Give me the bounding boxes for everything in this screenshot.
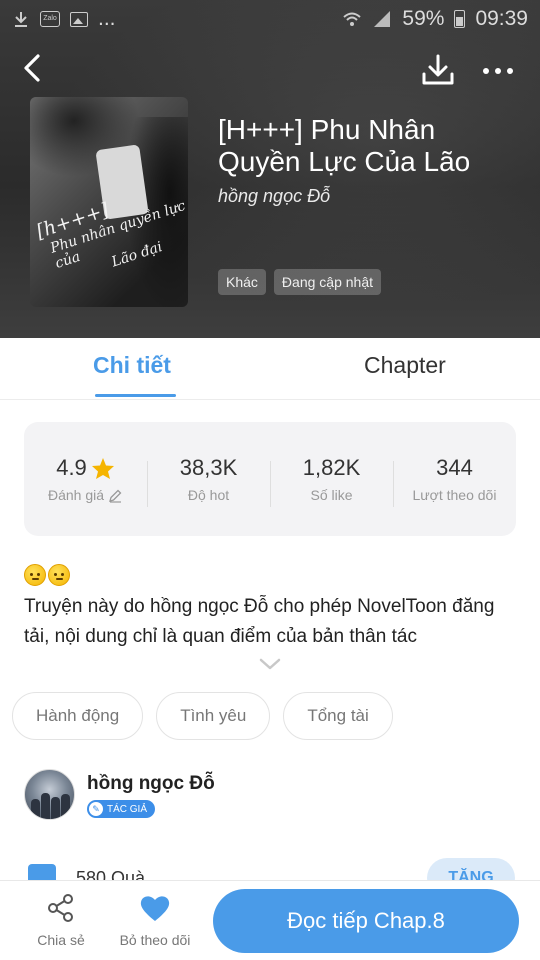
- unfollow-button[interactable]: Bỏ theo dõi: [112, 893, 198, 948]
- tab-chapter[interactable]: Chapter: [364, 352, 446, 379]
- battery-percent: 59%: [402, 7, 445, 30]
- genre-tag-ceo[interactable]: Tổng tài: [283, 692, 393, 740]
- star-icon: [91, 457, 114, 479]
- description-emojis: [24, 564, 70, 586]
- back-button[interactable]: [18, 50, 52, 86]
- smile-emoji-icon: [24, 564, 46, 586]
- download-icon: [422, 54, 454, 85]
- avatar-figure: [51, 797, 60, 819]
- expand-description-button[interactable]: [258, 657, 282, 671]
- genre-tags: Hành động Tình yêu Tổng tài: [12, 692, 393, 740]
- stat-hot: 38,3K Độ hot: [147, 455, 270, 507]
- stats-panel: 4.9 Đánh giá 38,3K Độ hot 1,82K Số like …: [24, 422, 516, 536]
- author-badge-icon: ✎: [89, 802, 103, 816]
- stat-followers: 344 Lượt theo dõi: [393, 455, 516, 507]
- chevron-down-icon: [259, 658, 281, 670]
- book-title: [H+++] Phu Nhân Quyền Lực Của Lão: [218, 114, 471, 177]
- battery-icon: [454, 10, 466, 28]
- share-button[interactable]: Chia sẻ: [30, 893, 92, 948]
- update-status-tag: Đang cập nhật: [273, 269, 381, 295]
- stat-value-row: 4.9: [24, 455, 147, 481]
- book-cover: [h+++] Phu nhân quyền lực của Lão đại: [30, 97, 188, 307]
- likes-label: Số like: [310, 487, 353, 503]
- stat-rating[interactable]: 4.9 Đánh giá: [24, 455, 147, 503]
- continue-reading-button[interactable]: Đọc tiếp Chap.8: [213, 889, 519, 953]
- genre-tag-action[interactable]: Hành động: [12, 692, 144, 740]
- followers-value: 344: [436, 455, 473, 480]
- author-badge-label: TÁC GIẢ: [107, 803, 148, 815]
- author-badge: ✎ TÁC GIẢ: [87, 800, 156, 818]
- more-notifications: ...: [98, 7, 116, 30]
- rating-value: 4.9: [56, 455, 87, 480]
- unfollow-label: Bỏ theo dõi: [119, 932, 191, 948]
- hot-value: 38,3K: [179, 455, 238, 480]
- book-status-tags: Khác Đang cập nhật: [218, 269, 381, 295]
- book-header: [h+++] Phu nhân quyền lực của Lão đại [H…: [0, 0, 540, 338]
- smile-emoji-icon: [48, 564, 70, 586]
- active-tab-indicator: [95, 394, 176, 397]
- download-button[interactable]: [418, 52, 458, 88]
- stat-likes: 1,82K Số like: [270, 455, 393, 507]
- more-options-button[interactable]: [476, 56, 520, 86]
- avatar-figure: [31, 799, 40, 819]
- likes-value: 1,82K: [302, 455, 361, 480]
- bottom-action-bar: Chia sẻ Bỏ theo dõi Đọc tiếp Chap.8: [0, 880, 540, 960]
- signal-icon: [374, 11, 391, 27]
- more-dots-icon: [483, 68, 513, 74]
- followers-label: Lượt theo dõi: [412, 487, 497, 503]
- hot-label: Độ hot: [187, 487, 230, 503]
- rating-label: Đánh giá: [47, 487, 105, 503]
- share-label: Chia sẻ: [37, 932, 85, 948]
- heart-icon: [140, 896, 170, 921]
- stat-label-row: Đánh giá: [24, 487, 147, 503]
- status-bar: Zalo ... 59% 09:39: [0, 0, 540, 38]
- author-avatar[interactable]: [24, 769, 75, 820]
- avatar-figure: [61, 794, 70, 819]
- back-arrow-icon: [24, 54, 40, 82]
- wifi-icon: [343, 12, 362, 26]
- avatar-figure: [41, 793, 50, 819]
- status-left: Zalo ...: [12, 7, 116, 31]
- tab-bar: Chi tiết Chapter: [0, 338, 540, 400]
- edit-pencil-icon[interactable]: [108, 488, 123, 503]
- category-tag[interactable]: Khác: [218, 269, 266, 295]
- zalo-notification-icon: Zalo: [40, 11, 60, 27]
- tab-details[interactable]: Chi tiết: [93, 352, 171, 379]
- status-right: 59% 09:39: [342, 7, 528, 31]
- download-notification-icon: [15, 12, 27, 27]
- book-author[interactable]: hồng ngọc Đỗ: [218, 186, 330, 207]
- clock: 09:39: [475, 7, 528, 30]
- author-name[interactable]: hồng ngọc Đỗ: [87, 773, 215, 795]
- genre-tag-romance[interactable]: Tình yêu: [156, 692, 271, 740]
- share-icon: [48, 894, 73, 922]
- image-notification-icon: [70, 11, 88, 27]
- description-text: Truyện này do hồng ngọc Đỗ cho phép Nove…: [24, 596, 495, 647]
